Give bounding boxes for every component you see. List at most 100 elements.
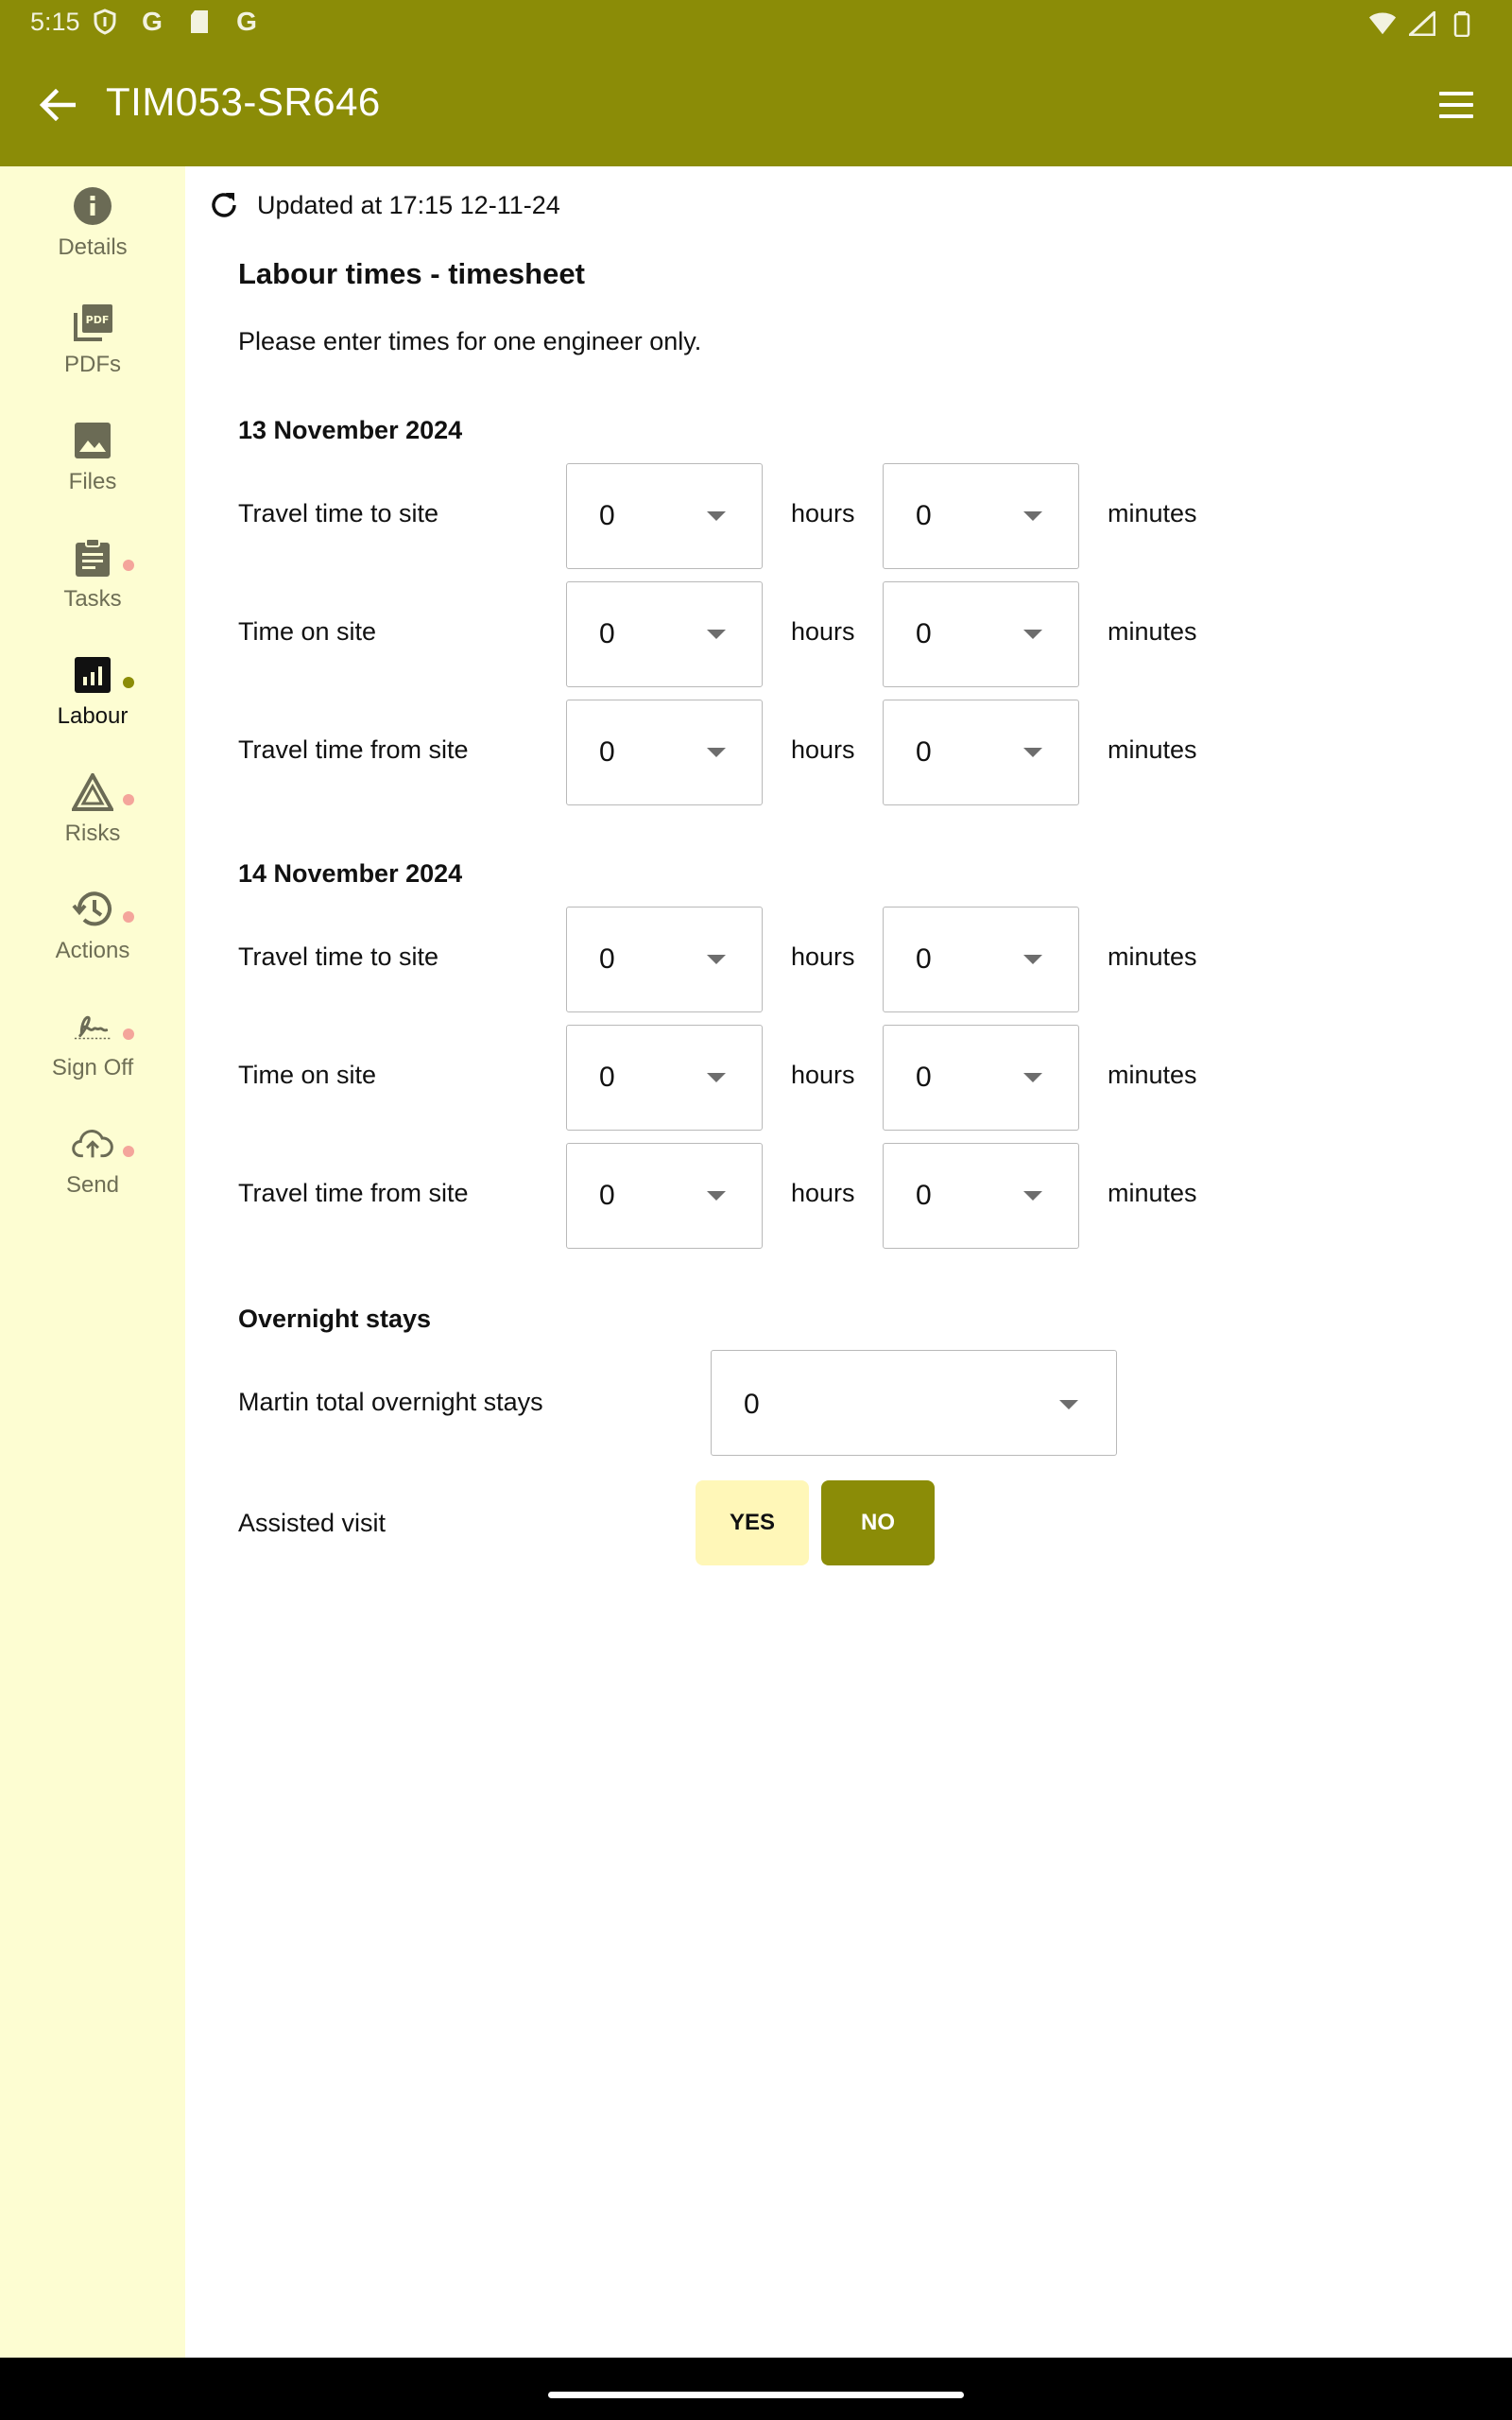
sidebar-item-sign-off[interactable]: Sign Off <box>0 987 185 1100</box>
yes-button[interactable]: YES <box>696 1480 809 1565</box>
assisted-visit-label: Assisted visit <box>238 1509 387 1537</box>
row-label: Travel time from site <box>238 1179 469 1207</box>
sidebar-item-label: Sign Off <box>51 1055 134 1080</box>
chevron-down-icon <box>707 748 726 757</box>
app-bar: TIM053-SR646 <box>0 45 1512 166</box>
minutes-select[interactable]: 0 <box>883 907 1079 1012</box>
hours-value: 0 <box>599 1062 615 1093</box>
chart-icon <box>72 654 113 696</box>
hours-unit: hours <box>791 735 855 764</box>
hours-value: 0 <box>599 500 615 531</box>
section-title: Labour times - timesheet <box>238 257 585 290</box>
chevron-down-icon <box>707 1191 726 1201</box>
hours-unit: hours <box>791 617 855 646</box>
time-row: Travel time from site 0 hours 0 minutes <box>238 700 1278 805</box>
chevron-down-icon <box>1023 630 1042 639</box>
last-updated: Updated at 17:15 12-11-24 <box>208 189 560 221</box>
cloud-upload-icon <box>72 1123 113 1165</box>
hours-unit: hours <box>791 1061 855 1089</box>
hours-unit: hours <box>791 499 855 527</box>
sidebar-item-label: Files <box>68 469 117 494</box>
sidebar-item-labour[interactable]: Labour <box>0 635 185 749</box>
home-gesture-handle[interactable] <box>548 2392 964 2398</box>
wifi-icon <box>1368 9 1397 38</box>
time-row: Travel time to site 0 hours 0 minutes <box>238 907 1278 1012</box>
overnight-label: Martin total overnight stays <box>238 1388 543 1416</box>
status-time: 5:15 <box>30 8 80 36</box>
minutes-value: 0 <box>916 943 932 975</box>
sidebar-item-tasks[interactable]: Tasks <box>0 518 185 631</box>
hours-value: 0 <box>599 1180 615 1211</box>
menu-button[interactable] <box>1433 83 1480 127</box>
back-button[interactable] <box>34 81 81 129</box>
time-row: Travel time from site 0 hours 0 minutes <box>238 1143 1278 1249</box>
pdf-icon: PDF <box>72 302 113 344</box>
overnight-value: 0 <box>744 1389 760 1420</box>
minutes-unit: minutes <box>1108 942 1197 971</box>
status-dot <box>123 911 134 923</box>
sd-card-icon <box>185 8 214 36</box>
chevron-down-icon <box>1023 748 1042 757</box>
no-button[interactable]: NO <box>821 1480 935 1565</box>
chevron-down-icon <box>707 511 726 521</box>
sidebar-item-files[interactable]: Files <box>0 401 185 514</box>
overnight-stays-select[interactable]: 0 <box>711 1350 1117 1456</box>
chevron-down-icon <box>707 955 726 964</box>
chevron-down-icon <box>1023 511 1042 521</box>
minutes-select[interactable]: 0 <box>883 700 1079 805</box>
minutes-select[interactable]: 0 <box>883 463 1079 569</box>
hours-select[interactable]: 0 <box>566 1143 763 1249</box>
sidebar-item-label: Details <box>58 234 128 260</box>
hamburger-line <box>1439 114 1473 118</box>
sidebar-item-details[interactable]: Details <box>0 166 185 280</box>
main-content: Updated at 17:15 12-11-24 Labour times -… <box>185 166 1512 2358</box>
status-system-icons <box>1368 9 1476 38</box>
status-dot <box>123 560 134 571</box>
side-navigation: Details PDF PDFs Files Tasks Labour Risk… <box>0 166 185 2358</box>
google-icon: G <box>236 7 257 36</box>
page-title: TIM053-SR646 <box>106 79 381 124</box>
status-notification-icons: G G <box>91 7 261 36</box>
history-icon <box>72 889 113 930</box>
hours-select[interactable]: 0 <box>566 907 763 1012</box>
chevron-down-icon <box>707 630 726 639</box>
row-label: Travel time to site <box>238 499 439 527</box>
hours-select[interactable]: 0 <box>566 700 763 805</box>
minutes-value: 0 <box>916 736 932 768</box>
sidebar-item-send[interactable]: Send <box>0 1104 185 1218</box>
last-updated-text: Updated at 17:15 12-11-24 <box>257 190 560 219</box>
chevron-down-icon <box>1023 955 1042 964</box>
hamburger-icon <box>1439 92 1473 95</box>
hours-select[interactable]: 0 <box>566 1025 763 1131</box>
chevron-down-icon <box>1059 1400 1078 1409</box>
minutes-value: 0 <box>916 500 932 531</box>
minutes-unit: minutes <box>1108 499 1197 527</box>
minutes-select[interactable]: 0 <box>883 1025 1079 1131</box>
chevron-down-icon <box>707 1073 726 1082</box>
date-heading: 14 November 2024 <box>238 859 463 888</box>
sidebar-item-actions[interactable]: Actions <box>0 870 185 983</box>
time-row: Time on site 0 hours 0 minutes <box>238 1025 1278 1131</box>
overnight-row: Martin total overnight stays 0 <box>238 1350 1278 1456</box>
sidebar-item-risks[interactable]: Risks <box>0 752 185 866</box>
status-bar: 5:15 G G <box>0 0 1512 45</box>
hours-select[interactable]: 0 <box>566 581 763 687</box>
hours-value: 0 <box>599 736 615 768</box>
google-icon: G <box>142 7 163 36</box>
signal-icon <box>1408 9 1436 38</box>
status-dot <box>123 1028 134 1040</box>
overnight-heading: Overnight stays <box>238 1305 432 1333</box>
time-row: Travel time to site 0 hours 0 minutes <box>238 463 1278 569</box>
hours-select[interactable]: 0 <box>566 463 763 569</box>
status-dot <box>123 1146 134 1157</box>
sidebar-item-pdfs[interactable]: PDF PDFs <box>0 284 185 397</box>
minutes-select[interactable]: 0 <box>883 581 1079 687</box>
minutes-unit: minutes <box>1108 617 1197 646</box>
minutes-select[interactable]: 0 <box>883 1143 1079 1249</box>
status-dot <box>123 794 134 805</box>
sidebar-item-label: Send <box>65 1172 120 1198</box>
hours-unit: hours <box>791 942 855 971</box>
minutes-unit: minutes <box>1108 735 1197 764</box>
date-heading: 13 November 2024 <box>238 416 463 444</box>
refresh-icon[interactable] <box>208 189 240 221</box>
